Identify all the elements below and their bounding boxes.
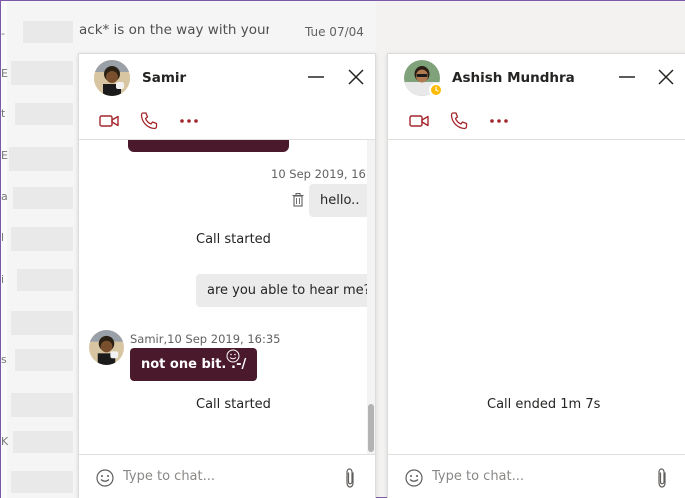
presence-away-icon [429, 83, 443, 97]
contact-name: Ashish Mundhra [452, 70, 575, 86]
scrollbar-thumb[interactable] [368, 404, 374, 452]
system-message: Call started [196, 232, 271, 247]
attach-icon[interactable] [655, 467, 669, 489]
video-call-icon[interactable] [99, 111, 119, 131]
chat-input[interactable] [432, 469, 632, 484]
blurred-region [9, 147, 73, 171]
blurred-region [17, 269, 73, 291]
edge-text: E [1, 67, 8, 80]
audio-call-icon[interactable] [139, 111, 159, 131]
video-call-icon[interactable] [409, 111, 429, 131]
contact-name: Samir [142, 70, 187, 86]
chat-header: Samir [79, 54, 375, 140]
blurred-region [11, 61, 73, 85]
edge-text: i [1, 273, 5, 286]
conversation-preview-text: ack* is on the way with your... [79, 22, 269, 38]
blurred-region [15, 103, 73, 125]
scrollbar[interactable] [367, 140, 375, 454]
blurred-region [15, 349, 73, 371]
message-list[interactable]: Call ended 1m 7s [388, 140, 685, 454]
minimize-icon[interactable] [618, 68, 636, 86]
avatar[interactable] [94, 60, 130, 96]
chat-header: Ashish Mundhra [388, 54, 685, 140]
more-options-icon[interactable] [179, 111, 199, 131]
edge-text: l [1, 231, 5, 244]
blurred-region [13, 187, 73, 209]
chat-dock-background [376, 1, 685, 53]
close-icon[interactable] [657, 68, 675, 86]
message-list[interactable]: 10 Sep 2019, 16:34 hello.. Call started … [79, 140, 375, 454]
emoji-icon[interactable] [404, 468, 424, 488]
blurred-region [11, 227, 73, 251]
message-bubble-partial [128, 140, 289, 152]
edge-text: E [1, 149, 8, 162]
blurred-region [11, 311, 73, 335]
chat-input[interactable] [123, 469, 323, 484]
more-options-icon[interactable] [489, 111, 509, 131]
avatar[interactable] [89, 330, 124, 365]
compose-box[interactable] [79, 454, 375, 498]
audio-call-icon[interactable] [449, 111, 469, 131]
chat-window-ashish-mundhra[interactable]: Ashish Mundhra Call ended 1m 7s [387, 53, 685, 498]
close-icon[interactable] [347, 68, 365, 86]
chat-window-samir[interactable]: Samir 10 Sep 2019, 16:34 hello.. Call st… [78, 53, 376, 498]
minimize-icon[interactable] [307, 68, 325, 86]
blurred-region [23, 21, 73, 43]
edge-text: s [1, 353, 7, 366]
edge-text: t [1, 107, 6, 120]
reaction-smiley-icon[interactable] [225, 348, 241, 364]
edge-text: a [1, 190, 8, 203]
message-bubble-outgoing[interactable]: hello.. [309, 184, 371, 217]
edge-text: - [1, 27, 5, 40]
message-bubble-outgoing[interactable]: are you able to hear me? [196, 274, 375, 307]
emoji-icon[interactable] [95, 468, 115, 488]
blurred-region [11, 471, 73, 493]
blurred-region [13, 431, 73, 453]
scroll-down-arrow-icon[interactable] [378, 489, 386, 497]
attach-icon[interactable] [343, 467, 357, 489]
edge-text: K [1, 435, 9, 448]
compose-box[interactable] [388, 454, 685, 498]
system-message: Call ended 1m 7s [487, 397, 601, 412]
blurred-region [11, 393, 73, 417]
trash-icon[interactable] [291, 192, 305, 208]
conversation-preview-date: Tue 07/04 [305, 25, 364, 39]
message-timestamp: 10 Sep 2019, 16:34 [271, 167, 375, 181]
system-message: Call started [196, 397, 271, 412]
message-sender-timestamp: Samir,10 Sep 2019, 16:35 [130, 332, 281, 346]
